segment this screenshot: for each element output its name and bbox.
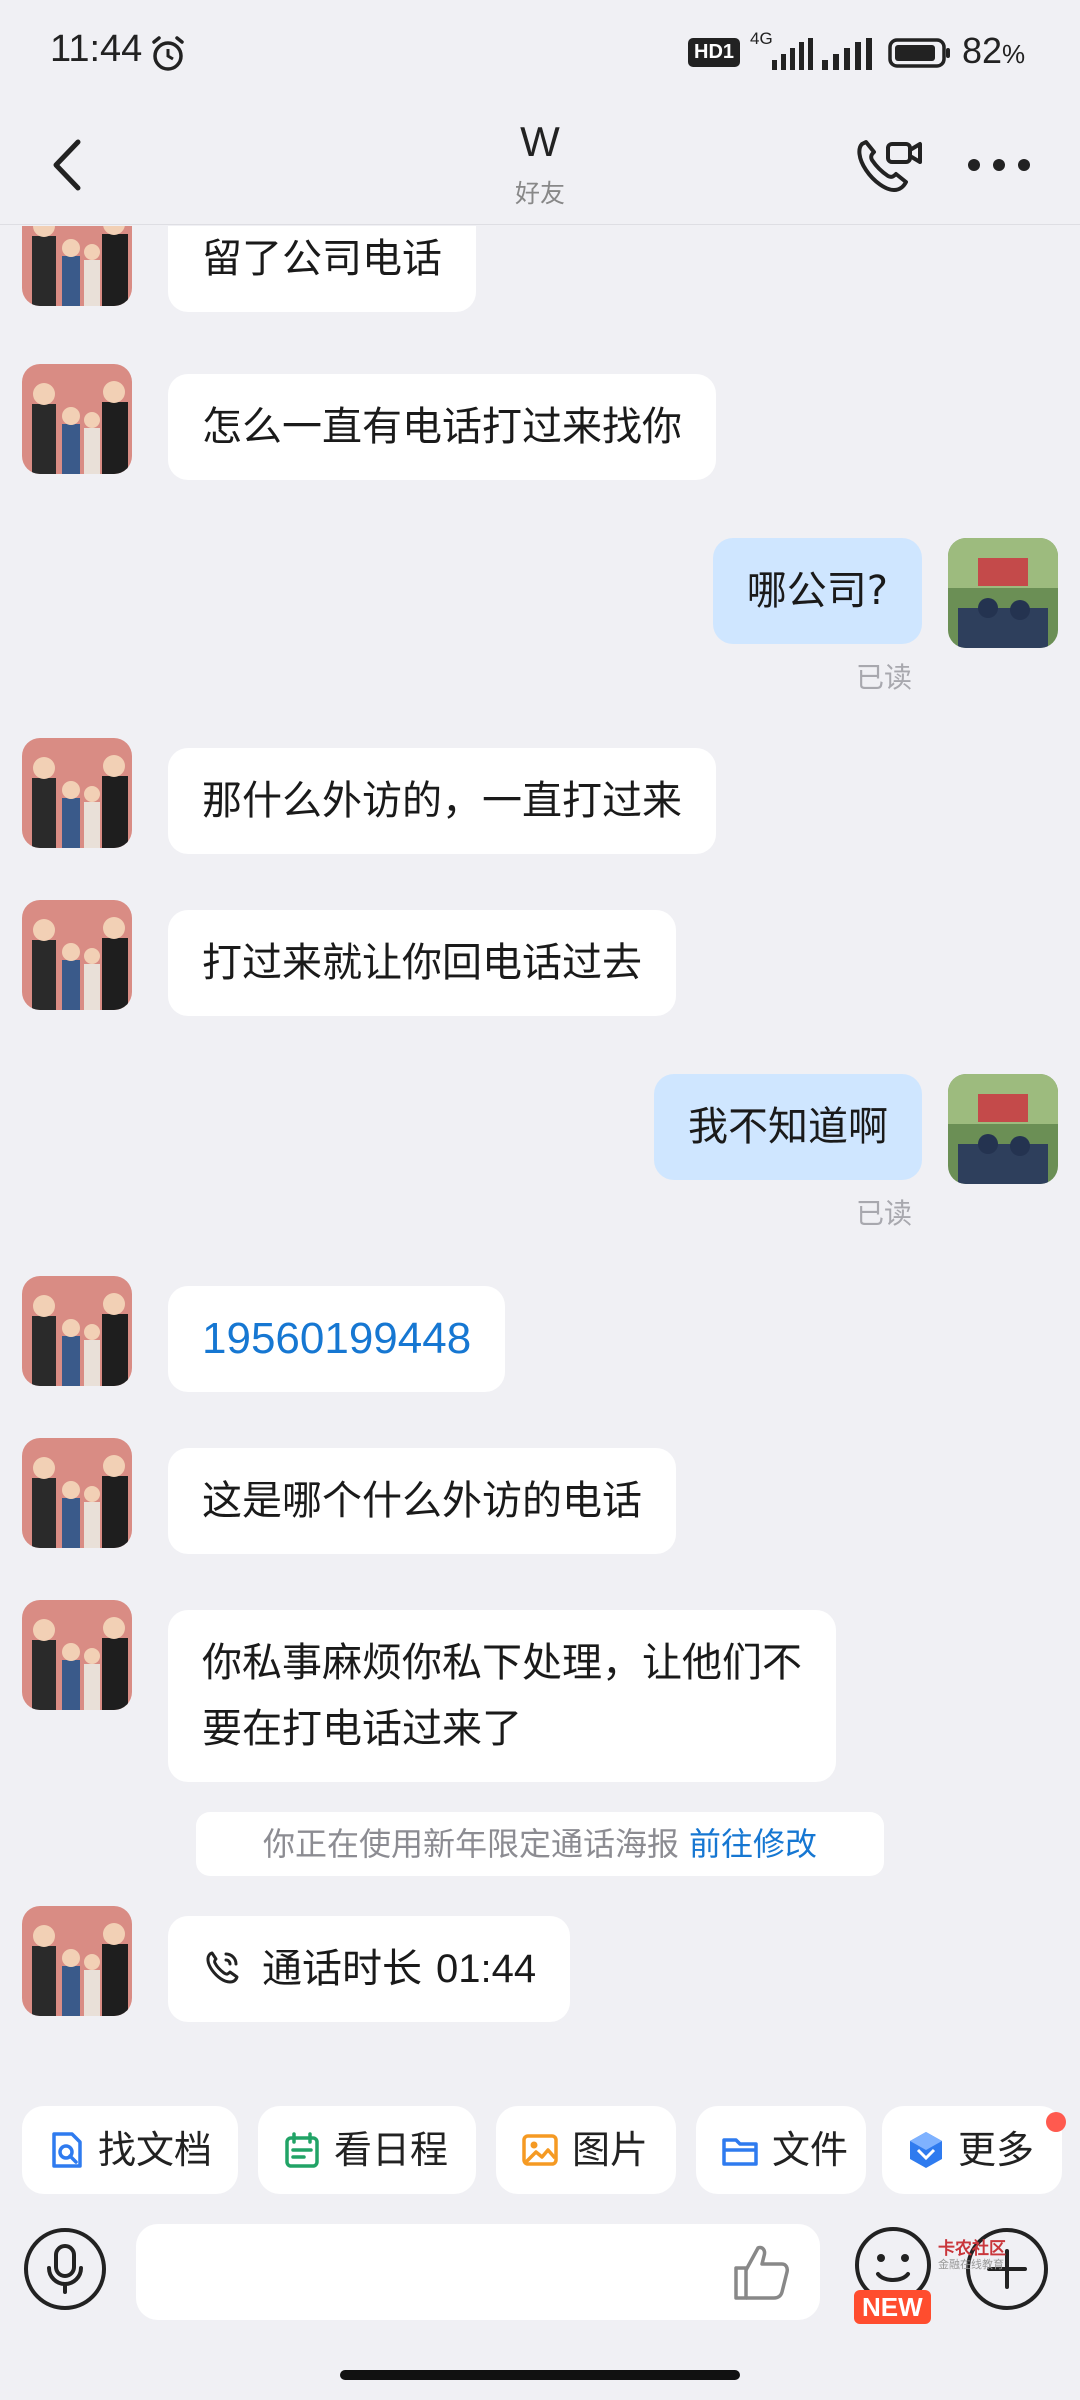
home-indicator[interactable] <box>340 2370 740 2380</box>
read-receipt: 已读 <box>855 1197 912 1230</box>
status-bar: 11:44 HD1 4G 82% <box>0 0 1080 110</box>
message-list[interactable]: 留了公司电话 怎么一直有电话打过来找你 哪公司? 已读 那什么外访的，一直打过来… <box>0 226 1080 2096</box>
system-notice-text: 你正在使用新年限定通话海报 <box>262 1825 679 1863</box>
message-bubble[interactable]: 你私事麻烦你私下处理，让他们不 要在打电话过来了 <box>168 1610 836 1782</box>
input-bar: NEW <box>0 2224 1080 2334</box>
folder-icon <box>722 2138 758 2166</box>
system-notice: 你正在使用新年限定通话海报 前往修改 <box>196 1812 884 1876</box>
quick-action-label: 更多 <box>958 2128 1035 2172</box>
quick-action-image[interactable]: 图片 <box>496 2106 676 2194</box>
message-bubble[interactable]: 这是哪个什么外访的电话 <box>168 1448 676 1554</box>
hd-badge: HD1 <box>688 38 741 67</box>
contact-avatar[interactable] <box>22 738 132 848</box>
quick-action-schedule[interactable]: 看日程 <box>258 2106 476 2194</box>
read-receipt: 已读 <box>855 661 912 694</box>
call-record-bubble[interactable]: 通话时长 01:44 <box>168 1916 571 2022</box>
call-duration-value: 01:44 <box>436 1947 537 1991</box>
message-bubble[interactable]: 怎么一直有电话打过来找你 <box>168 374 716 480</box>
chat-header: W 好友 <box>0 110 1080 225</box>
contact-avatar[interactable] <box>22 900 132 1010</box>
call-options-icon[interactable] <box>852 130 924 200</box>
quick-action-find-doc[interactable]: 找文档 <box>22 2106 238 2194</box>
quick-action-label: 图片 <box>572 2128 649 2172</box>
battery-icon <box>888 38 950 68</box>
call-duration-label: 通话时长 <box>262 1946 422 1992</box>
signal-strength-icon-2 <box>822 38 872 70</box>
calendar-icon <box>285 2132 319 2168</box>
contact-avatar[interactable] <box>22 364 132 474</box>
quick-action-more[interactable]: 更多 <box>882 2106 1062 2194</box>
contact-avatar[interactable] <box>22 1600 132 1710</box>
contact-avatar[interactable] <box>22 1906 132 2016</box>
message-input[interactable] <box>136 2224 820 2320</box>
more-apps-icon <box>910 2132 942 2168</box>
contact-avatar[interactable] <box>22 1438 132 1548</box>
message-bubble[interactable]: 打过来就让你回电话过去 <box>168 910 676 1016</box>
edit-poster-link[interactable]: 前往修改 <box>689 1825 817 1863</box>
image-icon <box>522 2134 558 2166</box>
status-time: 11:44 <box>50 28 143 70</box>
new-badge: NEW <box>854 2290 931 2324</box>
more-menu-icon[interactable] <box>966 150 1032 180</box>
alarm-icon <box>152 36 184 71</box>
voice-input-button[interactable] <box>24 2228 106 2310</box>
message-line: 你私事麻烦你私下处理，让他们不 <box>202 1640 802 1686</box>
quick-action-label: 看日程 <box>334 2128 449 2172</box>
phone-number-link[interactable]: 19560199448 <box>168 1286 506 1392</box>
quick-action-label: 文件 <box>772 2128 849 2172</box>
message-bubble-outgoing[interactable]: 我不知道啊 <box>654 1074 922 1180</box>
message-line: 要在打电话过来了 <box>202 1706 522 1752</box>
message-bubble[interactable]: 留了公司电话 <box>168 226 476 312</box>
quick-action-file[interactable]: 文件 <box>696 2106 866 2194</box>
search-doc-icon <box>52 2132 82 2168</box>
battery-percent: 82% <box>962 30 1026 71</box>
microphone-icon <box>47 2244 83 2294</box>
network-type-label: 4G <box>750 29 773 48</box>
phone-call-icon <box>206 1951 239 1984</box>
message-bubble[interactable]: 那什么外访的，一直打过来 <box>168 748 716 854</box>
signal-strength-icon <box>772 38 813 70</box>
thumbs-up-icon[interactable] <box>730 2242 792 2302</box>
notification-dot <box>1046 2112 1066 2132</box>
quick-actions-bar: 找文档 看日程 图片 文件 更多 <box>0 2106 1080 2198</box>
contact-avatar[interactable] <box>22 1276 132 1386</box>
watermark-subtitle: 金融在线教育 <box>938 2258 1004 2271</box>
contact-avatar[interactable] <box>22 226 132 306</box>
my-avatar[interactable] <box>948 1074 1058 1184</box>
quick-action-label: 找文档 <box>98 2128 213 2172</box>
message-bubble-outgoing[interactable]: 哪公司? <box>712 538 922 644</box>
my-avatar[interactable] <box>948 538 1058 648</box>
